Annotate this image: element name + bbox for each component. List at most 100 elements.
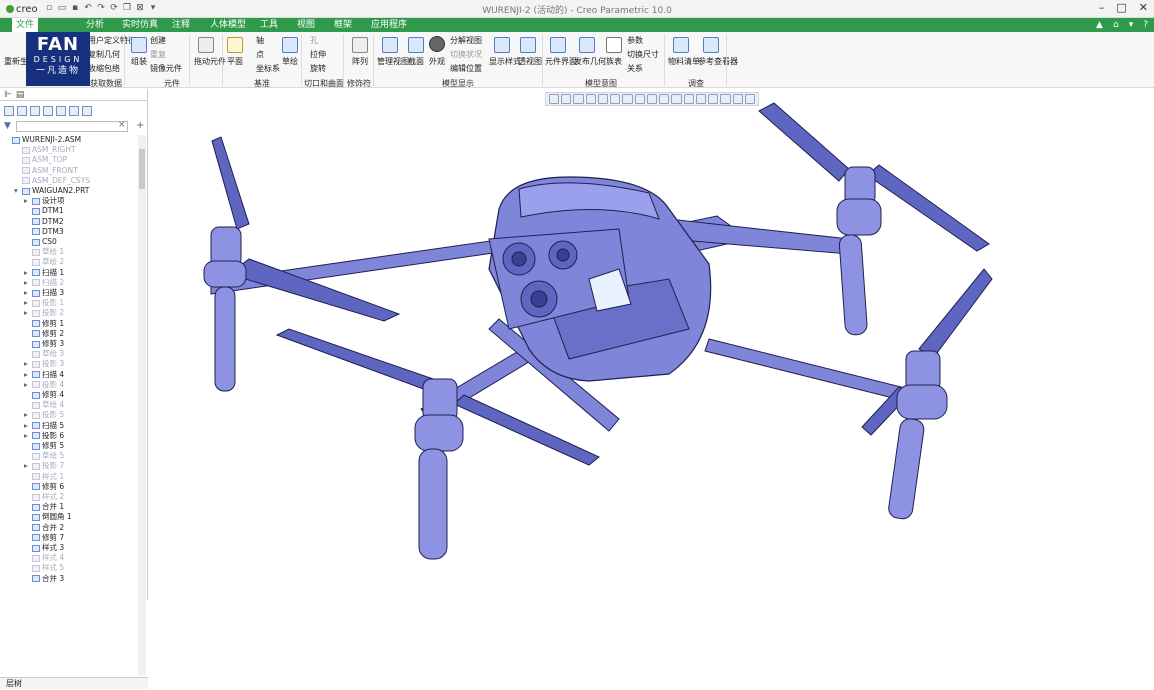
mirror-component-button[interactable]: 镜像元件	[150, 63, 182, 74]
tree-expand-icon[interactable]	[43, 106, 53, 116]
tree-item[interactable]: 样式 2	[0, 492, 64, 502]
tab-view[interactable]: 视图	[297, 18, 315, 32]
drone-model[interactable]	[149, 89, 1154, 600]
tab-realtime-simulation[interactable]: 实时仿真	[122, 18, 158, 32]
pattern-icon[interactable]	[352, 37, 368, 53]
component-group-label[interactable]: 元件	[164, 78, 180, 89]
motor-front-left[interactable]	[414, 378, 464, 560]
expand-arrow-icon[interactable]: ▸	[24, 431, 32, 441]
tree-columns-icon[interactable]	[17, 106, 27, 116]
tree-item[interactable]: 草绘 3	[0, 349, 64, 359]
repeat-button[interactable]: 重复	[150, 49, 166, 60]
tree-item[interactable]: ▸ 设计项	[0, 196, 65, 206]
copy-geometry-button[interactable]: 复制几何	[88, 49, 120, 60]
manage-views-icon[interactable]	[382, 37, 398, 53]
family-table-icon[interactable]	[606, 37, 622, 53]
section-button[interactable]: 截面	[408, 56, 424, 67]
expand-arrow-icon[interactable]: ▸	[24, 278, 32, 288]
cut-surface-group-label[interactable]: 切口和曲面	[304, 78, 344, 89]
help-icon[interactable]: ?	[1143, 18, 1148, 32]
tree-item[interactable]: WURENJI-2.ASM	[0, 135, 81, 145]
csys-button[interactable]: 坐标系	[256, 63, 280, 74]
tree-item[interactable]: 草绘 1	[0, 247, 64, 257]
tree-item[interactable]: 修剪 7	[0, 533, 64, 543]
manage-views-button[interactable]: 管理视图	[377, 56, 409, 67]
tree-item[interactable]: ▸ 扫描 2	[0, 278, 64, 288]
add-filter-icon[interactable]: +	[136, 120, 144, 131]
tab-annotate[interactable]: 注释	[172, 18, 190, 32]
tab-applications[interactable]: 应用程序	[371, 18, 407, 32]
tree-item[interactable]: 修剪 1	[0, 319, 64, 329]
minimize-button[interactable]: –	[1099, 1, 1105, 14]
toggle-status-button[interactable]: 切换状况	[450, 49, 482, 60]
expand-arrow-icon[interactable]: ▸	[24, 370, 32, 380]
family-table-button[interactable]: 族表	[606, 56, 622, 67]
tree-item[interactable]: 合并 2	[0, 523, 64, 533]
plane-button[interactable]: 平面	[227, 56, 243, 67]
appearance-icon[interactable]	[429, 36, 445, 52]
expand-arrow-icon[interactable]: ▸	[24, 359, 32, 369]
assemble-button[interactable]: 组装	[131, 56, 147, 67]
tree-item[interactable]: 草绘 5	[0, 451, 64, 461]
investigate-group-label[interactable]: 调查	[688, 78, 704, 89]
model-tree-tab-icon[interactable]: ⊩	[4, 89, 12, 100]
expand-arrow-icon[interactable]: ▸	[24, 308, 32, 318]
tree-item[interactable]: 修剪 4	[0, 390, 64, 400]
switch-dimensions-button[interactable]: 切换尺寸	[627, 49, 659, 60]
expand-arrow-icon[interactable]: ▸	[24, 288, 32, 298]
perspective-icon[interactable]	[520, 37, 536, 53]
parameters-button[interactable]: 参数	[627, 35, 643, 46]
tree-item[interactable]: ASM_RIGHT	[0, 145, 76, 155]
tree-item[interactable]: 草绘 4	[0, 400, 64, 410]
expand-arrow-icon[interactable]: ▸	[24, 380, 32, 390]
tab-framework[interactable]: 框架	[334, 18, 352, 32]
tree-item[interactable]: DTM1	[0, 206, 64, 216]
tree-item[interactable]: ▸ 扫描 3	[0, 288, 64, 298]
clear-filter-icon[interactable]: ×	[118, 120, 126, 130]
tab-analysis[interactable]: 分析	[86, 18, 104, 32]
point-button[interactable]: 点	[256, 49, 264, 60]
tree-filter-icon[interactable]	[30, 106, 40, 116]
tree-item[interactable]: 修剪 2	[0, 329, 64, 339]
tree-item[interactable]: ▾ WAIGUAN2.PRT	[0, 186, 89, 196]
tree-search-icon[interactable]	[82, 106, 92, 116]
display-style-icon[interactable]	[494, 37, 510, 53]
expand-arrow-icon[interactable]: ▸	[24, 410, 32, 420]
model-display-group-label[interactable]: 模型显示	[442, 78, 474, 89]
tree-scrollbar-thumb[interactable]	[139, 149, 145, 189]
edit-position-button[interactable]: 编辑位置	[450, 63, 482, 74]
tree-item[interactable]: 样式 1	[0, 472, 64, 482]
tree-item[interactable]: ASM_FRONT	[0, 166, 78, 176]
model-intent-group-label[interactable]: 模型意图	[585, 78, 617, 89]
tree-item[interactable]: 样式 4	[0, 553, 64, 563]
explode-view-button[interactable]: 分解视图	[450, 35, 482, 46]
tree-item[interactable]: DTM2	[0, 217, 64, 227]
reference-viewer-button[interactable]: 参考查看器	[698, 56, 738, 67]
relations-button[interactable]: 关系	[627, 63, 643, 74]
section-icon[interactable]	[408, 37, 424, 53]
maximize-button[interactable]: □	[1116, 1, 1126, 14]
sketch-icon[interactable]	[282, 37, 298, 53]
graphics-window[interactable]	[149, 89, 1154, 600]
motor-back-left[interactable]	[203, 226, 247, 392]
tree-item[interactable]: 修剪 5	[0, 441, 64, 451]
publish-geometry-icon[interactable]	[579, 37, 595, 53]
tab-file[interactable]: 文件	[12, 18, 39, 32]
tree-item[interactable]: 修剪 3	[0, 339, 64, 349]
modifiers-group-label[interactable]: 修饰符	[347, 78, 371, 89]
tree-item[interactable]: 合并 3	[0, 574, 64, 584]
get-data-group-label[interactable]: 获取数据	[90, 78, 122, 89]
create-component-button[interactable]: 创建	[150, 35, 166, 46]
close-button[interactable]: ✕	[1139, 1, 1148, 14]
tree-show-icon[interactable]	[56, 106, 66, 116]
home-icon[interactable]: ⌂	[1113, 18, 1119, 32]
propeller-back-left[interactable]	[211, 136, 401, 322]
assemble-icon[interactable]	[131, 37, 147, 53]
bill-of-materials-button[interactable]: 物料清单	[668, 56, 700, 67]
revolve-button[interactable]: 旋转	[310, 63, 326, 74]
tree-item[interactable]: 草绘 2	[0, 257, 64, 267]
bill-of-materials-icon[interactable]	[673, 37, 689, 53]
appearance-button[interactable]: 外观	[429, 56, 445, 67]
tab-manikin[interactable]: 人体模型	[210, 18, 246, 32]
tree-item[interactable]: ASM_TOP	[0, 155, 67, 165]
